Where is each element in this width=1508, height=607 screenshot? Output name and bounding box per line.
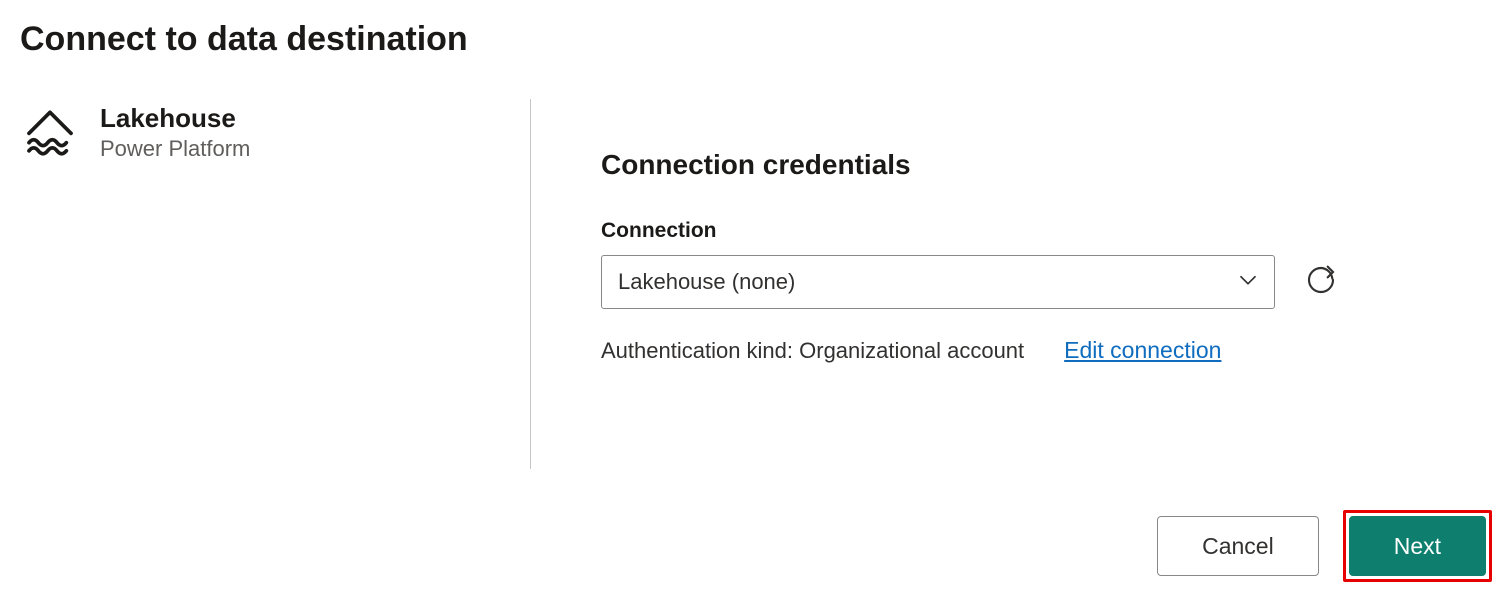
data-source-panel: Lakehouse Power Platform <box>20 99 530 469</box>
edit-connection-link[interactable]: Edit connection <box>1064 337 1221 364</box>
connection-select[interactable]: Lakehouse (none) <box>601 255 1275 309</box>
page-title: Connect to data destination <box>20 20 1488 59</box>
connection-field-label: Connection <box>601 219 1488 243</box>
refresh-icon[interactable] <box>1305 264 1337 301</box>
connection-selected-value: Lakehouse (none) <box>618 269 795 295</box>
next-button-highlight: Next <box>1343 510 1492 582</box>
credentials-panel: Connection credentials Connection Lakeho… <box>601 99 1488 469</box>
lakehouse-icon <box>22 103 78 164</box>
data-source-subtitle: Power Platform <box>100 136 250 162</box>
footer-button-row: Cancel Next <box>1157 510 1492 582</box>
data-source-title: Lakehouse <box>100 103 250 134</box>
vertical-divider <box>530 99 531 469</box>
chevron-down-icon <box>1238 270 1258 295</box>
cancel-button[interactable]: Cancel <box>1157 516 1319 576</box>
credentials-section-title: Connection credentials <box>601 149 1488 181</box>
auth-kind-text: Authentication kind: Organizational acco… <box>601 338 1024 364</box>
next-button[interactable]: Next <box>1349 516 1486 576</box>
